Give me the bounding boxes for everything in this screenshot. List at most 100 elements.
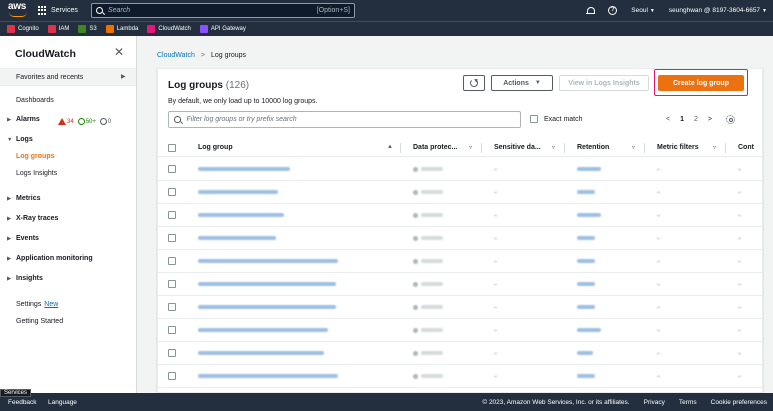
- retention-link-redacted[interactable]: [577, 351, 593, 355]
- settings-new-link[interactable]: New: [44, 301, 58, 308]
- sidebar-item-logs-insights[interactable]: Logs Insights: [16, 170, 57, 177]
- column-log-group[interactable]: Log group: [198, 144, 233, 151]
- row-checkbox[interactable]: [168, 326, 176, 334]
- exact-match-checkbox[interactable]: [530, 115, 538, 123]
- favorite-iam[interactable]: IAM: [47, 25, 69, 33]
- column-sensitive-data[interactable]: Sensitive da...: [494, 144, 541, 151]
- privacy-link[interactable]: Privacy: [644, 399, 665, 406]
- refresh-button[interactable]: [463, 75, 485, 91]
- caret-right-icon[interactable]: ▶: [7, 216, 11, 222]
- log-group-link-redacted[interactable]: [198, 282, 336, 286]
- global-search-input[interactable]: Search [Option+S]: [91, 3, 355, 18]
- language-link[interactable]: Language: [48, 399, 77, 406]
- log-group-link-redacted[interactable]: [198, 213, 284, 217]
- close-icon[interactable]: ✕: [114, 45, 124, 59]
- retention-link-redacted[interactable]: [577, 167, 601, 171]
- region-selector[interactable]: Seoul ▼: [631, 7, 655, 14]
- table-row[interactable]: [158, 181, 762, 204]
- caret-right-icon[interactable]: ▶: [7, 256, 11, 262]
- retention-link-redacted[interactable]: [577, 236, 595, 240]
- caret-down-icon[interactable]: ▼: [7, 137, 12, 143]
- exact-match-option[interactable]: Exact match: [530, 115, 583, 123]
- sort-icon[interactable]: ▿: [552, 144, 555, 151]
- prev-page-icon[interactable]: <: [666, 116, 670, 123]
- table-row[interactable]: [158, 250, 762, 273]
- column-data-protection[interactable]: Data protec...: [413, 144, 457, 151]
- terms-link[interactable]: Terms: [679, 399, 697, 406]
- sidebar-item-metrics[interactable]: Metrics: [16, 195, 41, 202]
- view-in-logs-insights-button[interactable]: View in Logs Insights: [559, 75, 649, 91]
- alarm-ok-count[interactable]: 50+: [77, 118, 96, 125]
- retention-link-redacted[interactable]: [577, 282, 595, 286]
- row-checkbox[interactable]: [168, 372, 176, 380]
- favorite-api-gateway[interactable]: API Gateway: [199, 25, 246, 33]
- log-group-link-redacted[interactable]: [198, 328, 328, 332]
- help-icon[interactable]: ?: [608, 6, 618, 15]
- services-menu-button[interactable]: Services: [38, 4, 78, 17]
- page-2-button[interactable]: 2: [694, 116, 698, 123]
- cookie-preferences-link[interactable]: Cookie preferences: [711, 399, 767, 406]
- select-all-checkbox[interactable]: [168, 144, 176, 152]
- caret-right-icon[interactable]: ▶: [7, 276, 11, 282]
- table-row[interactable]: [158, 227, 762, 250]
- feedback-link[interactable]: Feedback: [8, 399, 37, 406]
- row-checkbox[interactable]: [168, 234, 176, 242]
- gear-icon[interactable]: [726, 115, 735, 124]
- row-checkbox[interactable]: [168, 349, 176, 357]
- row-checkbox[interactable]: [168, 165, 176, 173]
- table-row[interactable]: [158, 365, 762, 388]
- table-row[interactable]: [158, 296, 762, 319]
- log-group-link-redacted[interactable]: [198, 190, 278, 194]
- sidebar-item-log-groups[interactable]: Log groups: [16, 153, 55, 160]
- log-group-link-redacted[interactable]: [198, 236, 276, 240]
- sidebar-item-settings[interactable]: Settings New: [16, 301, 58, 308]
- table-row[interactable]: [158, 204, 762, 227]
- retention-link-redacted[interactable]: [577, 374, 595, 378]
- column-retention[interactable]: Retention: [577, 144, 609, 151]
- log-group-link-redacted[interactable]: [198, 351, 324, 355]
- table-row[interactable]: [158, 158, 762, 181]
- sort-icon[interactable]: ▿: [632, 144, 635, 151]
- log-group-link-redacted[interactable]: [198, 167, 290, 171]
- sort-ascending-icon[interactable]: ▲: [387, 144, 393, 150]
- favorite-s3[interactable]: S3: [78, 25, 97, 33]
- log-group-link-redacted[interactable]: [198, 374, 338, 378]
- retention-link-redacted[interactable]: [577, 259, 595, 263]
- row-checkbox[interactable]: [168, 280, 176, 288]
- sort-icon[interactable]: ▿: [469, 144, 472, 151]
- actions-button[interactable]: Actions ▼: [491, 75, 553, 91]
- table-row[interactable]: [158, 273, 762, 296]
- row-checkbox[interactable]: [168, 188, 176, 196]
- table-row[interactable]: [158, 319, 762, 342]
- favorites-recents-toggle[interactable]: Favorites and recents ▶: [0, 68, 136, 86]
- retention-link-redacted[interactable]: [577, 190, 595, 194]
- log-group-link-redacted[interactable]: [198, 259, 338, 263]
- sidebar-item-dashboards[interactable]: Dashboards: [16, 97, 54, 104]
- sidebar-item-events[interactable]: Events: [16, 235, 39, 242]
- favorite-cloudwatch[interactable]: CloudWatch: [147, 25, 191, 33]
- sidebar-item-logs[interactable]: Logs: [16, 136, 33, 143]
- create-log-group-button[interactable]: Create log group: [658, 75, 744, 91]
- sort-icon[interactable]: ▿: [713, 144, 716, 151]
- aws-logo[interactable]: aws: [8, 2, 30, 18]
- column-metric-filters[interactable]: Metric filters: [657, 144, 699, 151]
- row-checkbox[interactable]: [168, 303, 176, 311]
- sidebar-item-getting-started[interactable]: Getting Started: [16, 318, 63, 325]
- retention-link-redacted[interactable]: [577, 328, 601, 332]
- favorite-lambda[interactable]: Lambda: [105, 25, 138, 33]
- caret-right-icon[interactable]: ▶: [7, 236, 11, 242]
- account-menu[interactable]: seunghwan @ 8197-3604-6657 ▼: [669, 7, 767, 14]
- caret-right-icon[interactable]: ▶: [7, 117, 11, 123]
- sidebar-item-application-monitoring[interactable]: Application monitoring: [16, 255, 93, 262]
- column-contributor[interactable]: Cont: [738, 144, 754, 151]
- table-row[interactable]: [158, 342, 762, 365]
- notifications-bell-icon[interactable]: [586, 6, 596, 15]
- breadcrumb-cloudwatch-link[interactable]: CloudWatch: [157, 52, 195, 59]
- retention-link-redacted[interactable]: [577, 213, 601, 217]
- page-1-button[interactable]: 1: [680, 116, 684, 123]
- sidebar-item-xray-traces[interactable]: X-Ray traces: [16, 215, 58, 222]
- favorite-cognito[interactable]: Cognito: [7, 25, 39, 33]
- retention-link-redacted[interactable]: [577, 305, 595, 309]
- log-group-link-redacted[interactable]: [198, 305, 336, 309]
- row-checkbox[interactable]: [168, 211, 176, 219]
